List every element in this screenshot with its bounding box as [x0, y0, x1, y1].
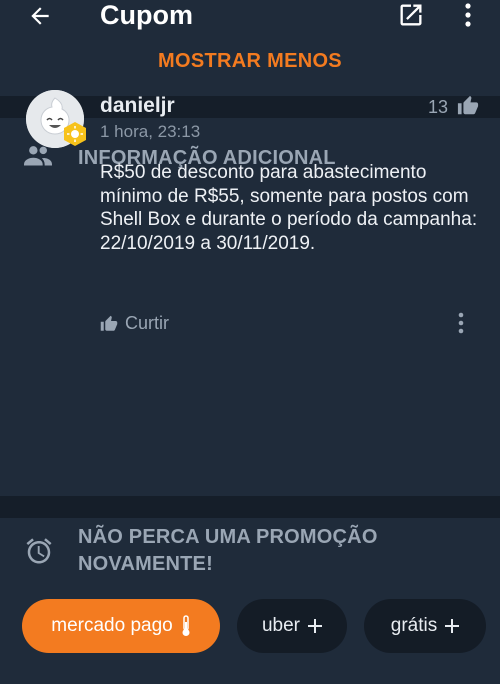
alarm-icon: [26, 538, 52, 564]
plus-icon: [445, 619, 460, 633]
alerts-card: NÃO PERCA UMA PROMOÇÃO NOVAMENTE! mercad…: [0, 518, 500, 684]
thermometer-icon: [181, 615, 191, 637]
thumbs-up-icon[interactable]: [457, 95, 479, 117]
chip-label: uber: [261, 615, 301, 636]
promo-alert-text: NÃO PERCA UMA PROMOÇÃO NOVAMENTE!: [78, 526, 378, 575]
chip-label: mercado pago: [51, 615, 173, 636]
overflow-menu-button[interactable]: [456, 0, 480, 30]
page-title: Cupom: [100, 0, 193, 30]
comment-time: 1 hora, 23:13: [100, 122, 201, 141]
tag-chip-uber[interactable]: uber: [237, 599, 347, 653]
more-vertical-icon: [465, 3, 471, 27]
tag-chip-gratis[interactable]: grátis: [364, 599, 486, 653]
thumbs-up-icon: [100, 315, 118, 331]
arrow-left-icon: [31, 7, 49, 25]
like-count: 13: [428, 97, 449, 117]
badge-icon: [64, 122, 86, 146]
comment-more-icon[interactable]: [454, 312, 468, 334]
like-button[interactable]: Curtir: [100, 313, 169, 334]
plus-icon: [308, 619, 323, 633]
show-less-button[interactable]: MOSTRAR MENOS: [0, 50, 500, 73]
like-label: Curtir: [125, 313, 169, 333]
open-in-new-icon: [400, 4, 422, 26]
chip-label: grátis: [390, 615, 438, 636]
comment-text: R$50 de desconto para abastecimento míni…: [100, 162, 478, 254]
open-external-button[interactable]: [396, 0, 426, 30]
comment-username[interactable]: danieljr: [100, 94, 175, 118]
tag-chip-mercado-pago[interactable]: mercado pago: [22, 599, 220, 653]
back-button[interactable]: [24, 0, 56, 32]
